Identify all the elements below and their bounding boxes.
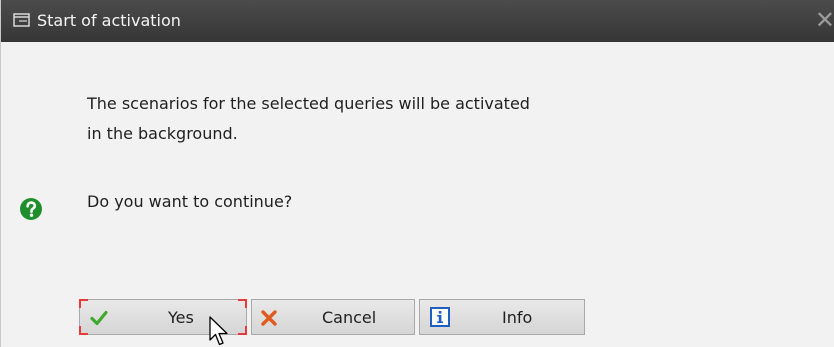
question-icon <box>20 198 42 220</box>
info-button-label: Info <box>502 308 533 327</box>
info-icon <box>430 307 450 327</box>
message-line-2: in the background. <box>87 124 238 143</box>
window-icon <box>13 13 30 27</box>
dialog-title: Start of activation <box>37 11 181 30</box>
info-button[interactable]: Info <box>419 299 585 335</box>
yes-button[interactable]: Yes <box>79 299 247 335</box>
message-line-1: The scenarios for the selected queries w… <box>87 94 530 113</box>
cancel-button[interactable]: Cancel <box>251 299 415 335</box>
checkmark-icon <box>90 310 108 326</box>
yes-button-label: Yes <box>168 308 194 327</box>
focus-marker <box>79 299 88 308</box>
confirmation-question: Do you want to continue? <box>87 192 293 211</box>
cancel-button-label: Cancel <box>322 308 377 327</box>
focus-marker <box>238 326 247 335</box>
x-icon <box>261 310 277 326</box>
focus-marker <box>238 299 247 308</box>
focus-marker <box>79 326 88 335</box>
activation-dialog: Start of activation ✕ The scenarios for … <box>0 0 834 347</box>
close-icon[interactable]: ✕ <box>813 8 834 32</box>
title-bar: Start of activation ✕ <box>1 0 834 42</box>
